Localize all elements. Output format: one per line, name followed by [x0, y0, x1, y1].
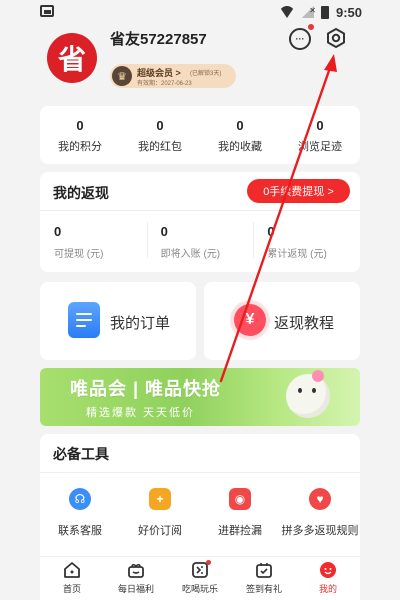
flower-decoration	[312, 370, 324, 382]
cashback-tutorial-card[interactable]: ¥ 返现教程	[204, 282, 360, 360]
cashback-summary: 0 可提现 (元) 0 即将入账 (元) 0 累计返现 (元)	[40, 218, 360, 266]
tool-pdd-rules[interactable]: ♥ 拼多多返现规则	[280, 488, 360, 538]
stat-label: 我的收藏	[218, 141, 262, 153]
battery-icon	[320, 5, 329, 19]
stat-label: 浏览足迹	[298, 141, 342, 153]
headset-icon: ☊	[69, 488, 91, 510]
stat-red-packets[interactable]: 0 我的红包	[120, 106, 200, 164]
no-signal-icon	[301, 6, 316, 18]
cashback-withdrawable[interactable]: 0 可提现 (元)	[40, 218, 147, 266]
gallery-notification-icon	[40, 5, 54, 17]
my-orders-card[interactable]: 我的订单	[40, 282, 196, 360]
tab-badge-dot	[206, 560, 211, 565]
tab-checkin[interactable]: 签到有礼	[232, 557, 296, 600]
status-time: 9:50	[335, 4, 362, 20]
vip-expire: 有效期：2027-06-23	[137, 81, 192, 87]
stat-value: 0	[316, 118, 324, 133]
cashback-label: 累计返现 (元)	[267, 249, 327, 260]
tool-join-group[interactable]: ◉ 进群捡漏	[200, 488, 280, 538]
tab-mine[interactable]: 我的	[296, 557, 360, 600]
banner-subtitle: 精选爆款 天天低价	[86, 407, 196, 419]
cashback-total[interactable]: 0 累计返现 (元)	[253, 218, 360, 266]
stat-points[interactable]: 0 我的积分	[40, 106, 120, 164]
group-icon: ◉	[229, 488, 251, 510]
bottom-tab-bar: 首页 每日福利 吃喝玩乐 签到有礼 我的	[40, 556, 360, 600]
tab-label: 吃喝玩乐	[181, 584, 218, 594]
divider	[40, 210, 360, 211]
avatar[interactable]: 省	[47, 33, 97, 83]
mine-icon	[318, 561, 338, 579]
cashback-label: 即将入账 (元)	[160, 249, 221, 260]
vip-note: (已解锁3天)	[190, 71, 222, 77]
tools-title: 必备工具	[53, 446, 109, 462]
stat-label: 我的红包	[138, 141, 182, 153]
tools-card: 必备工具 ☊ 联系客服 + 好价订阅 ◉ 进群捡漏 ♥ 拼多多返现规则	[40, 434, 360, 564]
checkin-icon	[254, 561, 274, 579]
stat-history[interactable]: 0 浏览足迹	[280, 106, 360, 164]
tab-label: 我的	[318, 584, 337, 594]
tool-label: 好价订阅	[138, 525, 182, 537]
home-icon	[62, 561, 82, 579]
tool-price-subscribe[interactable]: + 好价订阅	[120, 488, 200, 538]
cashback-value: 0	[54, 224, 62, 239]
tab-label: 每日福利	[117, 584, 154, 594]
message-icon[interactable]: ···	[289, 28, 311, 50]
cashback-card: 我的返现 0手续费提现 > 0 可提现 (元) 0 即将入账 (元) 0 累计返…	[40, 172, 360, 272]
stats-card: 0 我的积分 0 我的红包 0 我的收藏 0 浏览足迹	[40, 106, 360, 164]
app-screen: 9:50 省 省友57227857 ♛ 超级会员 > (已解锁3天) 有效期：2…	[0, 0, 400, 600]
tool-label: 拼多多返现规则	[281, 525, 359, 537]
tool-customer-service[interactable]: ☊ 联系客服	[40, 488, 120, 538]
status-icons: 9:50	[278, 3, 362, 21]
vip-badge[interactable]: ♛ 超级会员 > (已解锁3天) 有效期：2027-06-23	[110, 64, 236, 88]
document-icon	[68, 302, 100, 338]
stat-value: 0	[156, 118, 164, 133]
stat-favorites[interactable]: 0 我的收藏	[200, 106, 280, 164]
withdraw-button[interactable]: 0手续费提现 >	[247, 179, 350, 203]
stat-value: 0	[76, 118, 84, 133]
stat-label: 我的积分	[58, 141, 102, 153]
mascot-image	[286, 374, 330, 418]
cashback-pending[interactable]: 0 即将入账 (元)	[146, 218, 254, 266]
tab-label: 首页	[62, 584, 81, 594]
tutorial-label: 返现教程	[274, 315, 335, 332]
promo-banner[interactable]: 唯品会 | 唯品快抢 精选爆款 天天低价	[40, 368, 360, 426]
cashback-title: 我的返现	[53, 185, 109, 201]
cashback-label: 可提现 (元)	[54, 249, 104, 260]
wifi-icon	[278, 6, 295, 18]
tool-label: 进群捡漏	[218, 525, 262, 537]
heart-icon: ♥	[309, 488, 331, 510]
my-orders-label: 我的订单	[110, 315, 171, 332]
tab-home[interactable]: 首页	[40, 557, 104, 600]
tab-food-fun[interactable]: 吃喝玩乐	[168, 557, 232, 600]
message-badge-dot	[308, 24, 314, 30]
gear-icon[interactable]	[325, 27, 347, 49]
username[interactable]: 省友57227857	[110, 28, 207, 49]
banner-title: 唯品会 | 唯品快抢	[70, 379, 222, 399]
status-bar: 9:50	[0, 0, 400, 24]
crown-icon: ♛	[112, 66, 132, 86]
plus-icon: +	[149, 488, 171, 510]
yuan-icon: ¥	[234, 304, 266, 336]
stat-value: 0	[236, 118, 244, 133]
tab-daily-welfare[interactable]: 每日福利	[104, 557, 168, 600]
tab-label: 签到有礼	[245, 584, 282, 594]
divider	[40, 472, 360, 473]
cashback-value: 0	[267, 224, 275, 239]
gift-icon	[126, 561, 146, 579]
cashback-value: 0	[160, 224, 168, 239]
tool-label: 联系客服	[58, 525, 102, 537]
